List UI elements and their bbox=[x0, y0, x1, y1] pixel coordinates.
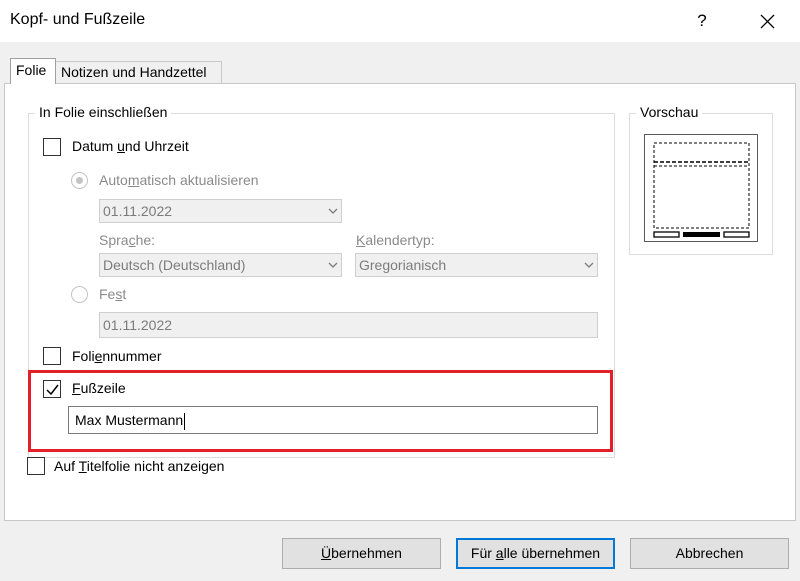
apply-button[interactable]: Übernehmen bbox=[282, 538, 441, 569]
auto-date-value: 01.11.2022 bbox=[103, 203, 173, 219]
calendar-type-dropdown[interactable]: Gregorianisch bbox=[355, 253, 598, 277]
footer-label[interactable]: Fußzeile bbox=[72, 380, 126, 396]
checkmark-icon bbox=[46, 384, 59, 396]
close-button[interactable] bbox=[752, 6, 782, 36]
hide-on-title-slide-label[interactable]: Auf Titelfolie nicht anzeigen bbox=[54, 458, 224, 474]
chevron-down-icon bbox=[584, 262, 594, 268]
tab-notizen-und-handzettel[interactable]: Notizen und Handzettel bbox=[55, 61, 222, 83]
language-label: Sprache: bbox=[99, 232, 156, 248]
footer-text-field[interactable]: Max Mustermann bbox=[68, 406, 598, 434]
cancel-button[interactable]: Abbrechen bbox=[630, 538, 789, 569]
dialog-title: Kopf- und Fußzeile bbox=[10, 11, 146, 28]
fixed-date-field[interactable]: 01.11.2022 bbox=[99, 312, 598, 338]
slide-number-checkbox[interactable] bbox=[43, 347, 61, 365]
auto-date-dropdown[interactable]: 01.11.2022 bbox=[99, 199, 342, 223]
fixed-label: Fest bbox=[99, 286, 127, 302]
date-time-label[interactable]: Datum und Uhrzeit bbox=[72, 138, 189, 154]
title-bar: Kopf- und Fußzeile ? bbox=[0, 0, 800, 42]
date-time-checkbox[interactable] bbox=[43, 138, 61, 156]
close-icon bbox=[760, 14, 775, 29]
footer-checkbox[interactable] bbox=[43, 380, 61, 398]
language-dropdown[interactable]: Deutsch (Deutschland) bbox=[99, 253, 342, 277]
tab-folie[interactable]: Folie bbox=[10, 58, 56, 84]
slide-number-label[interactable]: Foliennummer bbox=[72, 348, 162, 364]
help-button[interactable]: ? bbox=[690, 9, 714, 33]
calendar-type-label: Kalendertyp: bbox=[356, 232, 435, 248]
auto-update-radio[interactable] bbox=[71, 172, 88, 189]
preview-slide-thumbnail bbox=[644, 134, 758, 242]
chevron-down-icon bbox=[328, 262, 338, 268]
apply-to-all-button[interactable]: Für alle übernehmen bbox=[456, 538, 615, 569]
chevron-down-icon bbox=[328, 208, 338, 214]
footer-text-value: Max Mustermann bbox=[75, 412, 184, 428]
fixed-radio[interactable] bbox=[71, 286, 88, 303]
text-caret bbox=[184, 412, 186, 430]
hide-on-title-slide-checkbox[interactable] bbox=[27, 457, 45, 475]
auto-update-label: Automatisch aktualisieren bbox=[99, 172, 259, 188]
slide-layout-preview-icon bbox=[653, 142, 750, 238]
language-value: Deutsch (Deutschland) bbox=[103, 257, 246, 273]
preview-group-label: Vorschau bbox=[636, 104, 703, 120]
calendar-type-value: Gregorianisch bbox=[359, 257, 447, 273]
include-group-label: In Folie einschließen bbox=[35, 104, 172, 120]
